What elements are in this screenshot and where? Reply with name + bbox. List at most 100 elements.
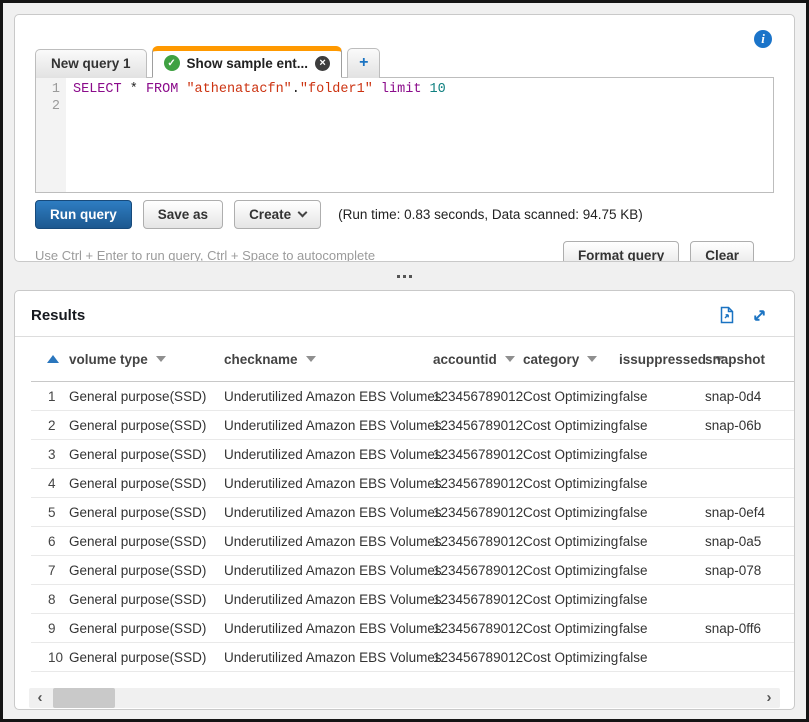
- column-header-issuppressed[interactable]: issuppressed: [619, 337, 705, 381]
- column-header-checkname[interactable]: checkname: [224, 337, 433, 381]
- cell-issuppressed: false: [619, 585, 705, 613]
- cell-num: 1: [31, 382, 69, 410]
- cell-volume-type: General purpose(SSD): [69, 614, 224, 642]
- cell-issuppressed: false: [619, 411, 705, 439]
- table-row: 6General purpose(SSD)Underutilized Amazo…: [31, 527, 794, 556]
- cell-snapshot: snap-078: [705, 556, 794, 584]
- cell-volume-type: General purpose(SSD): [69, 440, 224, 468]
- column-label: volume type: [69, 352, 148, 367]
- column-sort-menu-icon: [587, 356, 597, 362]
- column-sort-menu-icon: [156, 356, 166, 362]
- table-row: 4General purpose(SSD)Underutilized Amazo…: [31, 469, 794, 498]
- cell-checkname: Underutilized Amazon EBS Volumes: [224, 643, 433, 671]
- column-label: checkname: [224, 352, 298, 367]
- cell-checkname: Underutilized Amazon EBS Volumes: [224, 440, 433, 468]
- cell-checkname: Underutilized Amazon EBS Volumes: [224, 585, 433, 613]
- download-results-file-icon[interactable]: [719, 306, 735, 324]
- table-row: 9General purpose(SSD)Underutilized Amazo…: [31, 614, 794, 643]
- sql-keyword: SELECT: [73, 82, 122, 97]
- cell-volume-type: General purpose(SSD): [69, 585, 224, 613]
- query-toolbar: Run query Save as Create (Run time: 0.83…: [35, 200, 774, 229]
- drag-handle-dot: [409, 275, 412, 278]
- expand-results-icon[interactable]: [751, 307, 768, 324]
- cell-issuppressed: false: [619, 614, 705, 642]
- cell-issuppressed: false: [619, 382, 705, 410]
- tab-new-query-1[interactable]: New query 1: [35, 49, 147, 78]
- table-row: 5General purpose(SSD)Underutilized Amazo…: [31, 498, 794, 527]
- results-table: volume type checkname accountidcategoryiss…: [31, 337, 794, 672]
- table-row: 8General purpose(SSD)Underutilized Amazo…: [31, 585, 794, 614]
- scrollbar-thumb[interactable]: [53, 688, 115, 708]
- cell-volume-type: General purpose(SSD): [69, 498, 224, 526]
- cell-volume-type: General purpose(SSD): [69, 556, 224, 584]
- format-query-button[interactable]: Format query: [563, 241, 679, 262]
- cell-num: 6: [31, 527, 69, 555]
- cell-category: Cost Optimizing: [523, 527, 619, 555]
- sql-schema-name: "athenatacfn": [186, 82, 291, 97]
- column-header-accountid[interactable]: accountid: [433, 337, 523, 381]
- sql-editor[interactable]: 1 2 SELECT * FROM "athenatacfn"."folder1…: [35, 77, 774, 193]
- cell-category: Cost Optimizing: [523, 469, 619, 497]
- cell-issuppressed: false: [619, 440, 705, 468]
- line-number-gutter: 1 2: [36, 78, 66, 192]
- clear-button[interactable]: Clear: [690, 241, 754, 262]
- cell-num: 8: [31, 585, 69, 613]
- cell-accountid: 123456789012: [433, 469, 523, 497]
- cell-snapshot: [705, 440, 794, 468]
- sql-dot: .: [292, 82, 300, 97]
- sql-operator: *: [130, 82, 138, 97]
- drag-handle-dot: [403, 275, 406, 278]
- cell-num: 9: [31, 614, 69, 642]
- cell-category: Cost Optimizing: [523, 440, 619, 468]
- cell-snapshot: snap-0ff6: [705, 614, 794, 642]
- tab-show-sample-entries[interactable]: ✓ Show sample ent... ×: [152, 46, 343, 78]
- column-header-volume-type[interactable]: volume type: [69, 337, 224, 381]
- cell-checkname: Underutilized Amazon EBS Volumes: [224, 527, 433, 555]
- sql-number: 10: [430, 82, 446, 97]
- cell-issuppressed: false: [619, 643, 705, 671]
- table-row: 7General purpose(SSD)Underutilized Amazo…: [31, 556, 794, 585]
- cell-checkname: Underutilized Amazon EBS Volumes: [224, 411, 433, 439]
- run-stats: (Run time: 0.83 seconds, Data scanned: 9…: [338, 207, 643, 222]
- cell-checkname: Underutilized Amazon EBS Volumes: [224, 556, 433, 584]
- cell-accountid: 123456789012: [433, 382, 523, 410]
- drag-handle-dot: [397, 275, 400, 278]
- line-number: 2: [36, 98, 60, 115]
- cell-checkname: Underutilized Amazon EBS Volumes: [224, 498, 433, 526]
- cell-volume-type: General purpose(SSD): [69, 411, 224, 439]
- cell-snapshot: snap-0d4: [705, 382, 794, 410]
- close-tab-icon[interactable]: ×: [315, 56, 330, 71]
- cell-category: Cost Optimizing: [523, 382, 619, 410]
- column-header-category[interactable]: category: [523, 337, 619, 381]
- cell-num: 2: [31, 411, 69, 439]
- column-header-num[interactable]: [31, 337, 69, 381]
- query-editor-panel: i New query 1 ✓ Show sample ent... × + 1…: [14, 14, 795, 262]
- editor-footer: Use Ctrl + Enter to run query, Ctrl + Sp…: [35, 241, 774, 262]
- column-header-snapshot[interactable]: snapshot: [705, 337, 794, 381]
- new-tab-button[interactable]: +: [347, 48, 380, 78]
- results-header: Results: [15, 291, 794, 337]
- cell-accountid: 123456789012: [433, 585, 523, 613]
- tab-bar: New query 1 ✓ Show sample ent... × +: [15, 46, 794, 78]
- scroll-right-icon[interactable]: ›: [758, 688, 780, 708]
- create-button[interactable]: Create: [234, 200, 321, 229]
- cell-volume-type: General purpose(SSD): [69, 643, 224, 671]
- cell-category: Cost Optimizing: [523, 643, 619, 671]
- cell-accountid: 123456789012: [433, 498, 523, 526]
- scroll-left-icon[interactable]: ‹: [29, 688, 51, 708]
- horizontal-scrollbar[interactable]: ‹ ›: [29, 688, 780, 708]
- sql-table-name: "folder1": [300, 82, 373, 97]
- shortcut-hint: Use Ctrl + Enter to run query, Ctrl + Sp…: [35, 248, 375, 262]
- cell-snapshot: snap-0a5: [705, 527, 794, 555]
- cell-snapshot: [705, 643, 794, 671]
- plus-icon: +: [359, 54, 368, 71]
- run-query-button[interactable]: Run query: [35, 200, 132, 229]
- panel-splitter[interactable]: [3, 262, 806, 290]
- save-as-button[interactable]: Save as: [143, 200, 223, 229]
- cell-volume-type: General purpose(SSD): [69, 382, 224, 410]
- column-label: snapshot: [705, 352, 765, 367]
- cell-num: 4: [31, 469, 69, 497]
- chevron-down-icon: [298, 208, 308, 218]
- cell-snapshot: [705, 469, 794, 497]
- results-table-body: 1General purpose(SSD)Underutilized Amazo…: [31, 382, 794, 672]
